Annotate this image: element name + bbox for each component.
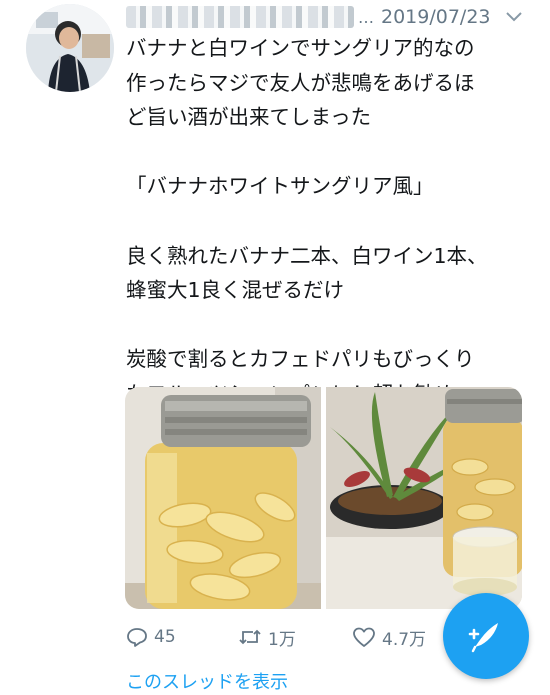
blurred-display-name[interactable] (126, 6, 354, 28)
header-ellipsis: … (358, 7, 375, 27)
photo-jar-closeup[interactable] (125, 387, 321, 609)
heart-icon (353, 627, 375, 647)
avatar-photo (26, 4, 114, 92)
avatar[interactable] (26, 4, 114, 92)
reply-button[interactable]: 45 (126, 626, 238, 648)
retweet-count: 1万 (268, 629, 296, 650)
tweet-text: バナナと白ワインでサングリア的なの 作ったらマジで友人が悲鳴をあげるほ ど旨い酒… (126, 36, 488, 406)
reply-icon (127, 628, 147, 647)
chevron-down-icon[interactable] (505, 10, 523, 24)
photo-jar-with-plant[interactable] (326, 387, 522, 609)
retweet-icon (239, 629, 261, 645)
compose-tweet-icon (468, 623, 498, 653)
compose-tweet-button[interactable] (443, 593, 529, 679)
show-thread-link[interactable]: このスレッドを表示 (126, 668, 288, 694)
tweet-media[interactable] (125, 387, 522, 609)
like-count: 4.7万 (382, 629, 427, 650)
tweet-header: … 2019/07/23 (126, 2, 536, 32)
retweet-button[interactable]: 1万 (238, 625, 352, 650)
reply-count: 45 (154, 627, 176, 647)
tweet-date[interactable]: 2019/07/23 (381, 6, 491, 28)
